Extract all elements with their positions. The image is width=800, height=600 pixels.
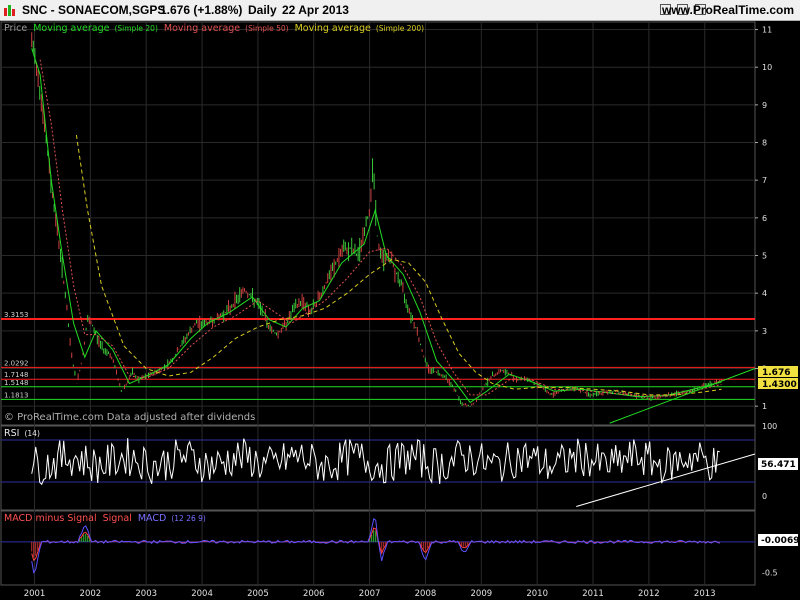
y-tick-label: 5 [762,252,767,261]
legend-price: Price [4,23,27,34]
y-tick-label: 10 [762,63,772,72]
chart-app-icon [4,5,15,16]
watermark: © ProRealTime.com Data adjusted after di… [4,412,255,423]
secondary-price-box: 1.4300 [758,378,798,390]
legend-sma200-param: (Simple 200) [376,24,424,33]
x-tick-label: 2011 [582,589,604,599]
price-legend: Price Moving average (Simple 20) Moving … [4,23,424,34]
level-label: 1.5148 [4,379,29,387]
y-tick-label: 11 [762,26,772,35]
legend-sma50: Moving average [164,23,240,34]
x-tick-label: 2006 [303,589,325,599]
x-tick-label: 2003 [135,589,157,599]
legend-sma20-param: (Simple 20) [114,24,157,33]
rsi-value-box: 56.471 [758,458,798,470]
x-tick-label: 2001 [24,589,46,599]
level-label: 3.3153 [4,311,29,319]
legend-sma50-param: (Simple 50) [245,24,288,33]
x-tick-label: 2004 [191,589,213,599]
level-label: 2.0292 [4,359,29,367]
last-price-text: 1.676 [762,368,790,378]
macd-tick-label: -0.5 [762,569,778,578]
x-tick-label: 2007 [359,589,381,599]
x-tick-label: 2005 [247,589,269,599]
x-tick-label: 2012 [638,589,660,599]
macd-title-c: MACD [138,513,166,524]
y-tick-label: 7 [762,176,767,185]
site-link[interactable]: www.ProRealTime.com [662,3,794,17]
rsi-title: RSI [4,428,19,439]
x-tick-label: 2002 [80,589,102,599]
ticker-name: SNC - SONAECOM,SGPS [22,3,166,17]
secondary-price-text: 1.4300 [762,380,797,390]
y-tick-label: 9 [762,101,767,110]
y-tick-label: 1 [762,402,767,411]
macd-legend: MACD minus Signal Signal MACD (12 26 9) [4,513,206,524]
rsi-legend: RSI (14) [4,428,40,439]
x-tick-label: 2008 [415,589,437,599]
last-price-box: 1.676 [758,366,798,378]
title-bar: SNC - SONAECOM,SGPS 1.676 (+1.88%) Daily… [0,0,800,21]
chart-area: 3.31532.02921.71481.51481.1813 2001 2002 2… [0,21,799,599]
period-label: Daily [248,3,277,17]
rsi-param: (14) [24,429,39,438]
y-tick-label: 6 [762,214,767,223]
macd-param: (12 26 9) [171,514,206,523]
level-label: 1.1813 [4,391,29,399]
rsi-tick-label: 0 [762,492,767,501]
legend-sma200: Moving average [295,23,371,34]
y-tick-label: 4 [762,289,767,298]
rsi-value-text: 56.471 [761,460,796,470]
macd-value-text: -0.0069 [761,536,799,546]
x-tick-label: 2013 [694,589,716,599]
x-tick-label: 2010 [526,589,548,599]
macd-title-b: Signal [103,513,132,524]
macd-title-a: MACD minus Signal [4,513,97,524]
x-tick-label: 2009 [471,589,493,599]
date-label: 22 Apr 2013 [282,3,349,17]
legend-sma20: Moving average [33,23,109,34]
y-tick-label: 8 [762,139,767,148]
rsi-tick-label: 100 [762,422,777,431]
y-tick-label: 3 [762,327,767,336]
macd-value-box: -0.0069 [758,534,799,546]
quote-value: 1.676 (+1.88%) [160,3,243,17]
